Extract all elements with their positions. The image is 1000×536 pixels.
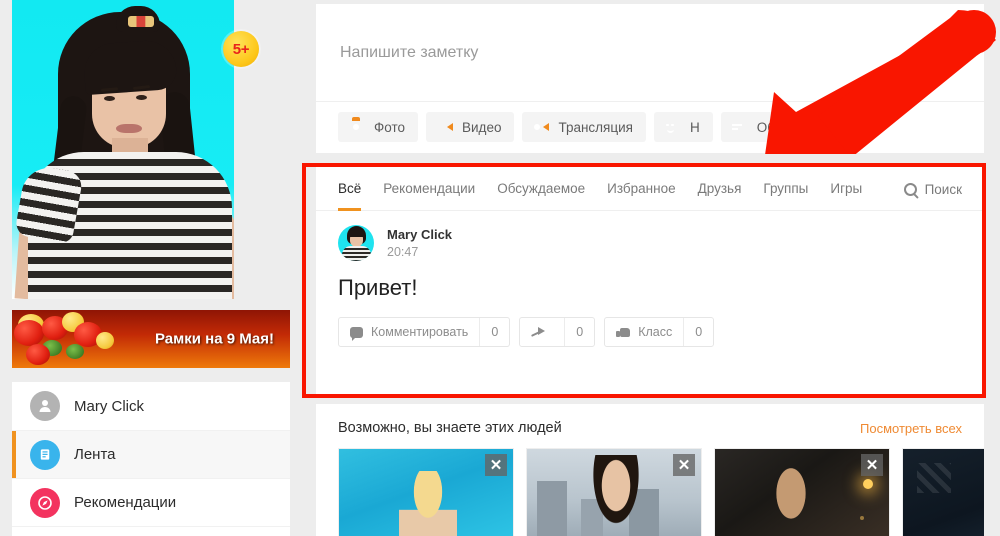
tab-all[interactable]: Всё: [338, 167, 362, 211]
sidebar-item-profile[interactable]: Mary Click: [12, 382, 290, 430]
comment-icon: [350, 326, 363, 341]
add-broadcast-button[interactable]: Трансляция: [522, 112, 646, 142]
suggestion-photo: [903, 449, 984, 536]
left-sidebar: 5+ Рамки на 9 Мая! Mary Click Лента Реко…: [0, 0, 302, 536]
compose-note-input[interactable]: Напишите заметку: [316, 4, 984, 102]
feed-tabs: Всё Рекомендации Обсуждаемое Избранное Д…: [316, 167, 984, 211]
promo-banner-text: Рамки на 9 Мая!: [155, 330, 274, 348]
sidebar-nav: Mary Click Лента Рекомендации: [12, 382, 290, 536]
video-icon: [435, 120, 453, 135]
list-item[interactable]: [902, 448, 984, 536]
add-video-button[interactable]: Видео: [426, 112, 515, 142]
compass-icon: [30, 487, 60, 518]
page-right-edge: [986, 0, 1000, 536]
feed-icon: [30, 439, 60, 470]
post-text: Привет!: [338, 275, 418, 300]
promo-banner[interactable]: Рамки на 9 Мая!: [12, 310, 290, 368]
profile-photo-person: [12, 0, 234, 299]
tab-favorites[interactable]: Избранное: [607, 167, 675, 211]
comment-label: Комментировать: [371, 325, 469, 339]
post-header: Mary Click 20:47: [316, 211, 984, 261]
list-item[interactable]: ✕: [338, 448, 514, 536]
tab-friends[interactable]: Друзья: [698, 167, 742, 211]
profile-photo-card[interactable]: [12, 0, 234, 299]
camera-icon: [347, 120, 365, 135]
sidebar-item-label: Mary Click: [74, 397, 144, 415]
tab-recommendations[interactable]: Рекомендации: [383, 167, 475, 211]
broadcast-icon: [531, 120, 549, 135]
sidebar-item-friends[interactable]: [12, 526, 290, 536]
sidebar-item-recommendations[interactable]: Рекомендации: [12, 478, 290, 526]
add-mood-label: Н: [689, 119, 700, 135]
list-item[interactable]: ✕: [526, 448, 702, 536]
add-announcement-button[interactable]: Объявление: [720, 112, 848, 142]
compose-placeholder: Напишите заметку: [340, 43, 479, 61]
like-icon: [616, 326, 631, 338]
suggestions-header: Возможно, вы знаете этих людей Посмотрет…: [316, 404, 984, 436]
post-author[interactable]: Mary Click: [387, 227, 452, 242]
post-actions: Комментировать 0 0 Класс 0: [316, 301, 984, 347]
like-label: Класс: [638, 325, 673, 339]
flowers-decoration: [12, 310, 132, 368]
suggestions-title: Возможно, вы знаете этих людей: [338, 420, 562, 436]
comment-count: 0: [479, 318, 509, 346]
comment-button[interactable]: Комментировать 0: [338, 317, 511, 347]
tab-groups[interactable]: Группы: [763, 167, 808, 211]
user-icon: [30, 391, 60, 421]
add-photo-button[interactable]: Фото: [338, 112, 419, 142]
page-root: 5+ Рамки на 9 Мая! Mary Click Лента Реко…: [0, 0, 1000, 536]
main-content: Напишите заметку Фото Видео Трансляция Н…: [302, 0, 1000, 536]
compose-note-card: Напишите заметку Фото Видео Трансляция Н…: [316, 4, 984, 153]
share-button[interactable]: 0: [519, 317, 596, 347]
add-video-label: Видео: [462, 119, 502, 135]
list-item[interactable]: ✕: [714, 448, 890, 536]
like-count: 0: [683, 318, 713, 346]
compose-actions: Фото Видео Трансляция Н Объявление: [316, 102, 984, 152]
view-all-link[interactable]: Посмотреть всех: [860, 421, 962, 436]
share-count: 0: [564, 318, 594, 346]
add-mood-button[interactable]: Н: [653, 112, 713, 142]
avatar[interactable]: [338, 225, 374, 261]
photo-count-badge[interactable]: 5+: [223, 31, 259, 67]
announcement-icon: [730, 120, 748, 135]
add-photo-label: Фото: [374, 119, 406, 135]
feed-search[interactable]: Поиск: [903, 167, 962, 211]
sidebar-item-label: Лента: [74, 446, 116, 463]
search-label: Поиск: [924, 181, 962, 197]
close-icon[interactable]: ✕: [861, 454, 883, 476]
tab-games[interactable]: Игры: [830, 167, 862, 211]
people-you-may-know-card: Возможно, вы знаете этих людей Посмотрет…: [316, 404, 984, 536]
close-icon[interactable]: ✕: [485, 454, 507, 476]
tab-discussed[interactable]: Обсуждаемое: [497, 167, 585, 211]
search-icon: [903, 182, 917, 196]
like-button[interactable]: Класс 0: [604, 317, 715, 347]
suggestions-row: ✕ ✕ ✕: [316, 436, 984, 536]
feed-card: Всё Рекомендации Обсуждаемое Избранное Д…: [316, 167, 984, 394]
close-icon[interactable]: ✕: [673, 454, 695, 476]
sidebar-item-feed[interactable]: Лента: [12, 430, 290, 478]
add-broadcast-label: Трансляция: [558, 119, 633, 135]
sidebar-item-label: Рекомендации: [74, 494, 177, 511]
post-timestamp: 20:47: [387, 245, 419, 259]
share-icon: [531, 326, 546, 338]
add-announcement-label: Объявление: [756, 119, 835, 135]
smiley-icon: [663, 120, 681, 135]
